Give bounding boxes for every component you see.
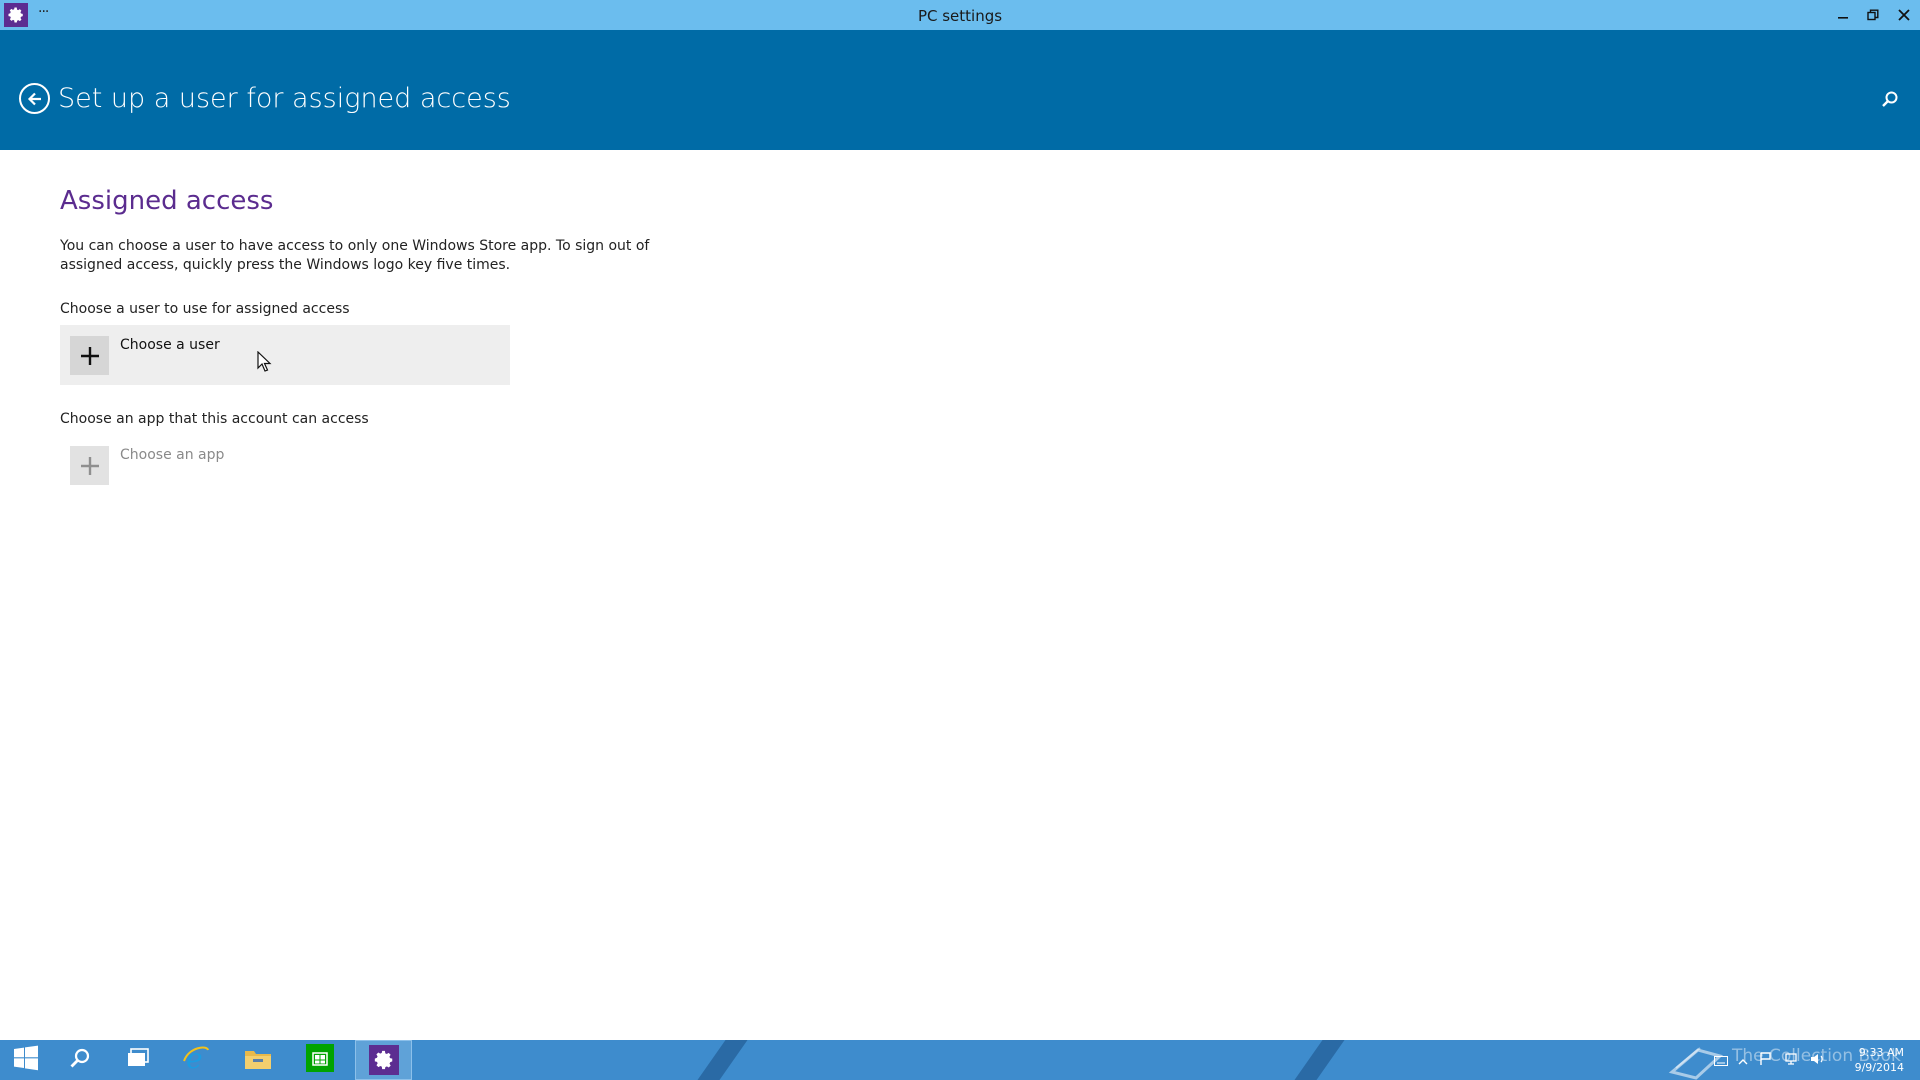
- gear-icon: [368, 1045, 399, 1075]
- page-title: Set up a user for assigned access: [58, 83, 511, 114]
- clock-date: 9/9/2014: [1854, 1061, 1904, 1074]
- internet-explorer-icon: e: [181, 1042, 211, 1077]
- plus-icon: [70, 446, 109, 485]
- internet-explorer-button[interactable]: e: [170, 1040, 222, 1080]
- file-explorer-button[interactable]: [232, 1040, 284, 1080]
- back-arrow-icon[interactable]: [19, 83, 50, 114]
- search-icon: [68, 1046, 92, 1074]
- close-button[interactable]: [1889, 0, 1919, 30]
- network-icon[interactable]: [1784, 1051, 1798, 1070]
- clock-time: 9:33 AM: [1858, 1046, 1904, 1059]
- window-title: PC settings: [917, 7, 1003, 25]
- search-button[interactable]: [54, 1040, 106, 1080]
- title-bar: ··· PC settings: [0, 0, 1920, 30]
- folder-icon: [243, 1045, 273, 1075]
- wallpaper-stripe: [683, 1040, 755, 1080]
- plus-icon: [70, 336, 109, 375]
- pc-settings-button[interactable]: [355, 1040, 412, 1080]
- start-button[interactable]: [0, 1040, 52, 1080]
- system-clock[interactable]: 9:33 AM 9/9/2014: [1848, 1045, 1904, 1075]
- windows-logo-icon: [13, 1045, 39, 1075]
- wallpaper-stripe: [1280, 1040, 1352, 1080]
- restore-button[interactable]: [1858, 0, 1888, 30]
- show-hidden-icons-icon[interactable]: [1738, 1051, 1748, 1070]
- page-header: Set up a user for assigned access: [0, 30, 1920, 150]
- choose-user-label: Choose a user to use for assigned access: [60, 301, 350, 317]
- action-flag-icon[interactable]: [1760, 1051, 1772, 1070]
- section-title: Assigned access: [60, 186, 274, 216]
- store-icon: [305, 1043, 335, 1077]
- section-description: You can choose a user to have access to …: [60, 238, 650, 273]
- keyboard-icon[interactable]: [1714, 1051, 1728, 1070]
- choose-user-button[interactable]: Choose a user: [60, 325, 510, 385]
- store-button[interactable]: [294, 1040, 346, 1080]
- minimize-button[interactable]: [1828, 0, 1858, 30]
- choose-app-button[interactable]: Choose an app: [60, 435, 510, 495]
- mouse-pointer-icon: [257, 350, 273, 373]
- taskbar: e The Collection Book 9:33 AM 9/9/2014: [0, 1040, 1920, 1080]
- task-view-icon: [126, 1047, 150, 1073]
- choose-app-label: Choose an app that this account can acce…: [60, 411, 369, 427]
- choose-user-label-text: Choose a user: [120, 337, 220, 353]
- search-icon[interactable]: [1879, 89, 1901, 111]
- system-tray: [1714, 1040, 1826, 1080]
- task-view-button[interactable]: [112, 1040, 164, 1080]
- volume-icon[interactable]: [1810, 1051, 1826, 1070]
- choose-app-label-text: Choose an app: [120, 447, 225, 463]
